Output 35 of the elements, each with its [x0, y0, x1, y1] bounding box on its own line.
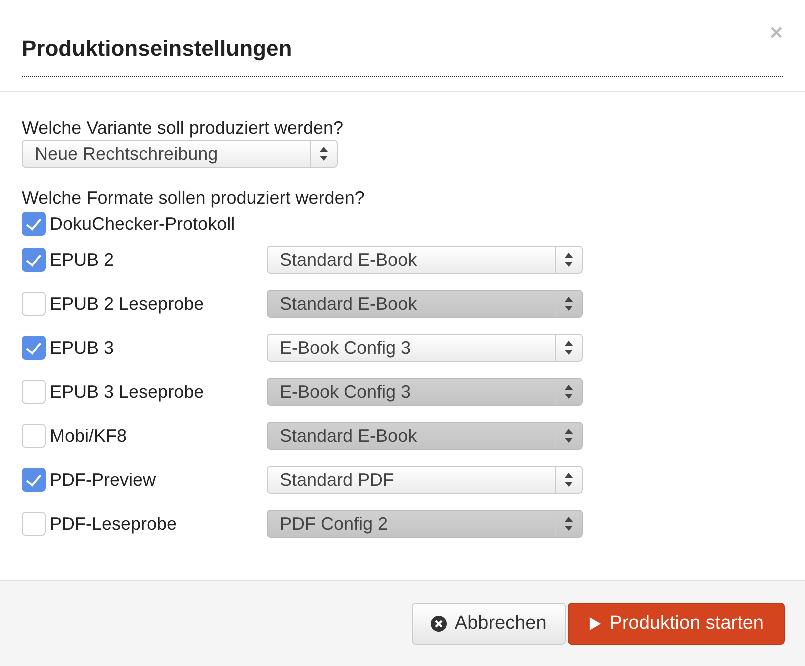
checkbox[interactable] — [22, 212, 46, 236]
config-dropdown[interactable]: Standard PDF — [267, 466, 583, 494]
format-label: EPUB 2 — [50, 250, 114, 270]
dialog-title: Produktionseinstellungen — [22, 36, 292, 62]
config-dropdown[interactable]: Standard E-Book — [267, 246, 583, 274]
up-down-arrows-icon — [565, 429, 573, 443]
checkbox[interactable] — [22, 248, 46, 272]
config-dropdown[interactable]: E-Book Config 3 — [267, 334, 583, 362]
up-down-arrows-icon — [565, 473, 573, 487]
format-label: EPUB 2 Leseprobe — [50, 294, 204, 314]
up-down-arrows-icon — [565, 297, 573, 311]
checkbox[interactable] — [22, 380, 46, 404]
checkbox[interactable] — [22, 292, 46, 316]
up-down-arrows-icon — [565, 385, 573, 399]
start-button[interactable]: Produktion starten — [568, 602, 785, 644]
format-label: EPUB 3 Leseprobe — [50, 382, 204, 402]
format-label: DokuChecker-Protokoll — [50, 214, 236, 234]
up-down-arrows-icon — [565, 341, 573, 355]
variant-dropdown[interactable]: Neue Rechtschreibung — [22, 140, 338, 168]
question-label: Welche Formate sollen produziert werden? — [22, 187, 366, 210]
format-label: PDF-Leseprobe — [50, 514, 178, 534]
checkbox[interactable] — [22, 424, 46, 448]
up-down-arrows-icon — [565, 253, 573, 267]
checkbox[interactable] — [22, 468, 46, 492]
cancel-icon — [430, 616, 447, 632]
format-label: PDF-Preview — [50, 470, 156, 490]
cancel-button[interactable]: Abbrechen — [412, 602, 566, 644]
checkbox[interactable] — [22, 512, 46, 536]
format-label: EPUB 3 — [50, 338, 114, 358]
up-down-arrows-icon — [320, 147, 328, 161]
question-label: Welche Variante soll produziert werden? — [22, 117, 345, 140]
up-down-arrows-icon — [565, 517, 573, 531]
play-icon — [588, 616, 602, 632]
format-label: Mobi/KF8 — [50, 426, 128, 446]
checkbox[interactable] — [22, 336, 46, 360]
